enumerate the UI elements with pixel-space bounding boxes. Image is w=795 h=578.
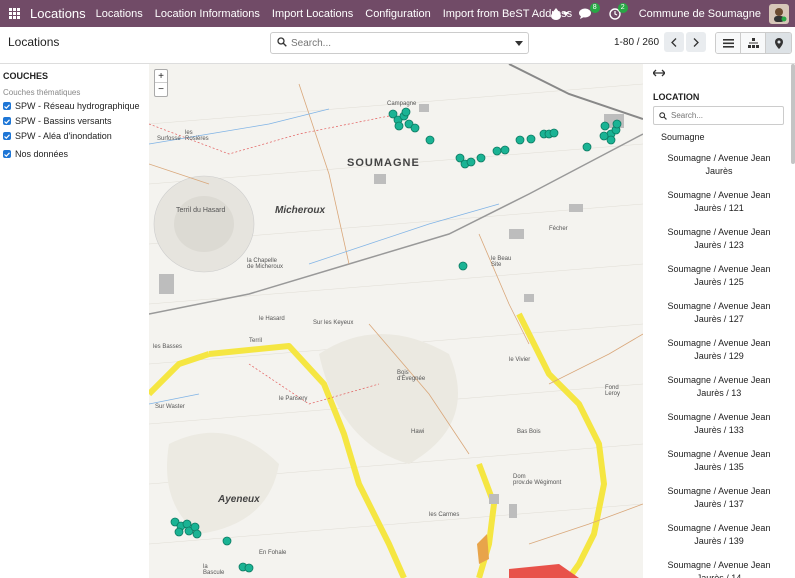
map-label-en-fohale: En Fohale	[259, 550, 287, 556]
map-label-fond-leroy: Fond Leroy	[605, 385, 621, 397]
location-record[interactable]: Soumagne / Avenue Jean Jaurès / 14	[653, 559, 785, 578]
layer-row-our-data[interactable]: Nos données	[3, 149, 146, 159]
side-search-bar[interactable]	[653, 106, 784, 125]
control-panel: Locations 1-80 / 260	[0, 27, 795, 64]
layer-label: SPW - Aléa d'inondation	[15, 131, 112, 141]
checkbox-icon[interactable]	[3, 117, 11, 125]
map-label-ayeneux: Ayeneux	[218, 494, 260, 505]
list-view-button[interactable]	[716, 33, 741, 53]
pager-previous-button[interactable]	[664, 32, 684, 52]
map-label-surfosse: Surfosse	[157, 136, 181, 142]
menu-locations[interactable]: Locations	[96, 8, 143, 20]
side-search-input[interactable]	[671, 111, 771, 120]
map-label-terril: Terril	[249, 338, 262, 344]
search-options-toggle[interactable]	[510, 40, 528, 46]
pager-value[interactable]: 1-80 / 260	[614, 37, 659, 48]
water-drop-icon[interactable]	[550, 7, 569, 20]
map-label-le-beau-site: le Beau Site	[491, 256, 512, 268]
checkbox-icon[interactable]	[3, 132, 11, 140]
map-label-le-pansery: le Pansery	[279, 396, 308, 402]
chat-badge: 8	[589, 3, 600, 13]
menu-import-locations[interactable]: Import Locations	[272, 8, 353, 20]
map-label-campagne: Campagne	[387, 101, 417, 107]
map-label-bas-bois: Bas Bois	[517, 429, 541, 435]
layer-label: SPW - Bassins versants	[15, 116, 112, 126]
menu-location-informations[interactable]: Location Informations	[155, 8, 260, 20]
side-heading: LOCATION	[653, 92, 700, 102]
map-label-le-vivier: le Vivier	[509, 357, 531, 363]
layer-label: SPW - Réseau hydrographique	[15, 101, 140, 111]
location-record[interactable]: Soumagne / Avenue Jean Jaurès / 133	[653, 411, 785, 448]
user-avatar[interactable]	[769, 3, 789, 24]
search-input[interactable]	[291, 37, 510, 49]
layers-panel: COUCHES Couches thématiques SPW - Réseau…	[0, 64, 149, 578]
map-label-fecher: Fécher	[549, 226, 568, 232]
layer-row-flood-hazard[interactable]: SPW - Aléa d'inondation	[3, 131, 146, 141]
map-label-hawi: Hawi	[411, 429, 425, 435]
layers-subheading: Couches thématiques	[3, 88, 81, 97]
location-record[interactable]: Soumagne / Avenue Jean Jaurès / 127	[653, 300, 785, 337]
apps-menu-icon[interactable]	[2, 0, 26, 27]
location-side-panel: LOCATION Soumagne Soumagne / Avenue Jean…	[643, 64, 795, 578]
activity-badge: 2	[617, 2, 628, 13]
map-label-terril-hasard: Terril du Hasard	[176, 207, 226, 214]
location-record[interactable]: Soumagne / Avenue Jean Jaurès / 139	[653, 522, 785, 559]
app-title[interactable]: Locations	[30, 6, 86, 21]
location-record[interactable]: Soumagne / Avenue Jean Jaurès / 135	[653, 448, 785, 485]
side-scrollbar[interactable]	[791, 64, 795, 164]
zoom-control: + −	[154, 69, 168, 97]
checkbox-icon[interactable]	[3, 150, 11, 158]
layer-row-basins[interactable]: SPW - Bassins versants	[3, 116, 146, 126]
view-switcher	[715, 32, 792, 54]
layer-row-hydrographic[interactable]: SPW - Réseau hydrographique	[3, 101, 146, 111]
pager-next-button[interactable]	[686, 32, 706, 52]
map-label-la-chapelle: la Chapelle de Micheroux	[247, 258, 284, 270]
location-record[interactable]: Soumagne / Avenue Jean Jaurès / 125	[653, 263, 785, 300]
zoom-out-button[interactable]: −	[155, 83, 167, 96]
layer-label: Nos données	[15, 149, 69, 159]
map-label-sur-les-keyeux: Sur les Keyeux	[313, 320, 354, 326]
top-navbar: Locations Locations Location Information…	[0, 0, 795, 27]
location-record[interactable]: Soumagne / Avenue Jean Jaurès / 129	[653, 337, 785, 374]
map-label-les-basses: les Basses	[153, 344, 183, 350]
map-label-les-carmes: les Carmes	[429, 512, 460, 518]
map-label-le-hasard: le Hasard	[259, 316, 285, 322]
search-icon	[659, 109, 667, 123]
map-label-dom-wegimont: Dom prov.de Wégimont	[513, 474, 562, 486]
location-record[interactable]: Soumagne / Avenue Jean Jaurès / 13	[653, 374, 785, 411]
location-record[interactable]: Soumagne / Avenue Jean Jaurès / 137	[653, 485, 785, 522]
location-record[interactable]: Soumagne / Avenue Jean Jaurès	[653, 152, 785, 189]
map-label-la-bascule: la Bascule	[203, 564, 225, 576]
location-record[interactable]: Soumagne / Avenue Jean Jaurès / 123	[653, 226, 785, 263]
map-view-button[interactable]	[766, 33, 791, 53]
map-label-bois-evegnee: Bois d'Évegnée	[397, 370, 426, 382]
map-label-soumagne: SOUMAGNE	[347, 157, 420, 169]
map-label-sur-waster: Sur Waster	[155, 404, 185, 410]
expand-panel-icon[interactable]	[652, 66, 785, 80]
search-bar[interactable]	[270, 32, 529, 54]
map-canvas[interactable]: + − SOUMAGNE Micheroux Ayeneux Terril du…	[149, 64, 643, 578]
map-label-micheroux: Micheroux	[275, 205, 326, 216]
search-icon	[277, 36, 287, 50]
company-switcher[interactable]: Commune de Soumagne	[639, 8, 761, 20]
location-group-header[interactable]: Soumagne	[661, 132, 785, 142]
hierarchy-view-button[interactable]	[741, 33, 766, 53]
layers-heading: COUCHES	[3, 71, 49, 81]
chat-icon[interactable]: 8	[578, 3, 600, 19]
zoom-in-button[interactable]: +	[155, 70, 167, 83]
checkbox-icon[interactable]	[3, 102, 11, 110]
clock-icon[interactable]: 2	[609, 2, 628, 20]
page-title: Locations	[8, 35, 60, 49]
menu-configuration[interactable]: Configuration	[365, 8, 430, 20]
map-label-les-rosieres: les Rosières	[185, 130, 209, 142]
location-record[interactable]: Soumagne / Avenue Jean Jaurès / 121	[653, 189, 785, 226]
